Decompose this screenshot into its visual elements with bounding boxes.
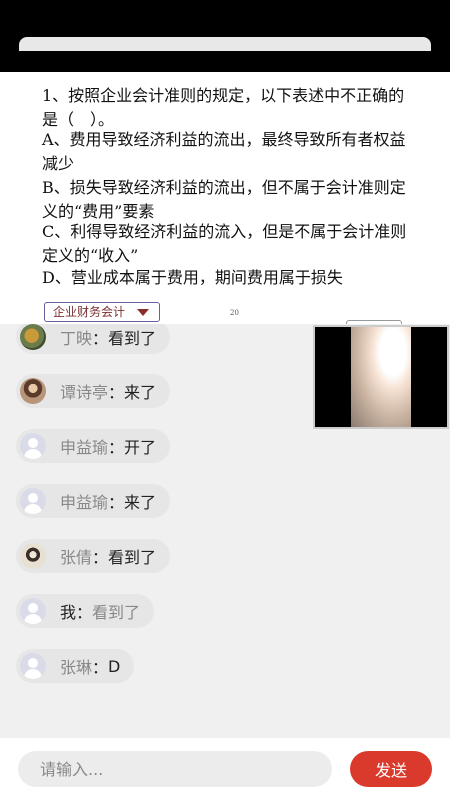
chat-message: 申益瑜：开了 xyxy=(16,429,171,463)
default-avatar xyxy=(20,433,46,459)
name-separator: ： xyxy=(76,603,93,622)
sender-name: 申益瑜 xyxy=(60,493,109,512)
message-text: 来了 xyxy=(124,383,157,402)
chat-message: 谭诗亭：来了 xyxy=(16,374,171,408)
question-text: 1、按照企业会计准则的规定，以下表述中不正确的是（ ）。 xyxy=(42,86,405,129)
sender-name: 我 xyxy=(60,603,77,622)
video-feed xyxy=(351,327,411,427)
message-text: D xyxy=(108,656,121,676)
name-separator: ： xyxy=(108,438,125,457)
default-avatar xyxy=(20,653,46,679)
chat-input-bar: 发送 xyxy=(0,738,450,800)
sender-name: 申益瑜 xyxy=(60,438,109,457)
sender-name: 张琳 xyxy=(60,658,93,677)
top-status-bar xyxy=(0,0,450,72)
chat-message: 张倩：看到了 xyxy=(16,539,171,573)
browser-address-bar[interactable] xyxy=(19,37,431,51)
message-text: 看到了 xyxy=(92,603,141,622)
message-text: 开了 xyxy=(124,438,157,457)
name-separator: ： xyxy=(92,658,109,677)
name-separator: ： xyxy=(108,383,125,402)
subject-dropdown[interactable]: 企业财务会计 xyxy=(44,302,160,322)
option-c: C、利得导致经济利益的流入，但是不属于会计准则定义的“收入” xyxy=(42,222,407,265)
default-avatar xyxy=(20,598,46,624)
sender-name: 丁映 xyxy=(60,329,93,348)
message-text: 看到了 xyxy=(108,548,157,567)
sender-name: 谭诗亭 xyxy=(60,383,109,402)
name-separator: ： xyxy=(92,329,109,348)
option-d: D、营业成本属于费用，期间费用属于损失 xyxy=(42,268,343,287)
subject-label: 企业财务会计 xyxy=(53,305,126,319)
dropdown-caret-icon xyxy=(137,309,149,316)
chat-message: 申益瑜：来了 xyxy=(16,484,171,518)
chat-input[interactable] xyxy=(18,751,332,787)
chat-message: 丁映：看到了 xyxy=(16,324,171,354)
chat-message: 张琳： D xyxy=(16,649,135,683)
option-a: A、费用导致经济利益的流出，最终导致所有者权益减少 xyxy=(42,130,406,173)
default-avatar xyxy=(20,488,46,514)
message-text: 来了 xyxy=(124,493,157,512)
course-slide: 1、按照企业会计准则的规定，以下表述中不正确的是（ ）。 A、费用导致经济利益的… xyxy=(0,72,450,324)
camera-video-window[interactable] xyxy=(313,325,449,429)
photo-avatar xyxy=(20,543,46,569)
sender-name: 张倩 xyxy=(60,548,93,567)
send-button[interactable]: 发送 xyxy=(350,751,432,787)
message-text: 看到了 xyxy=(108,329,157,348)
photo-avatar xyxy=(20,378,46,404)
chat-message-self: 我：看到了 xyxy=(16,594,155,628)
slide-page-number: 20 xyxy=(230,309,239,317)
name-separator: ： xyxy=(108,493,125,512)
name-separator: ： xyxy=(92,548,109,567)
photo-avatar xyxy=(20,324,46,350)
option-b: B、损失导致经济利益的流出，但不属于会计准则定义的“费用”要素 xyxy=(42,178,406,221)
